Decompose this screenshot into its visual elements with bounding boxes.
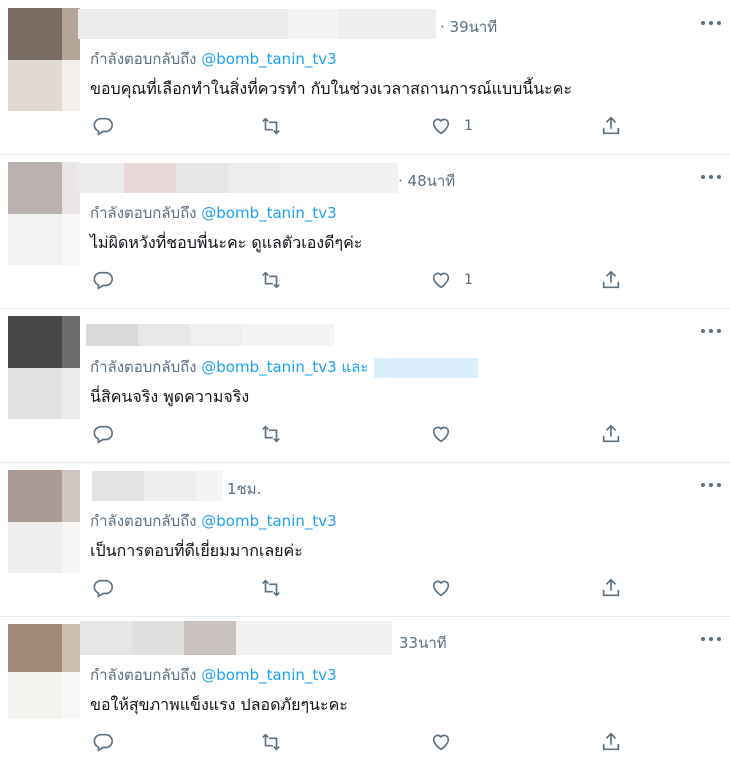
retweet-icon <box>262 733 280 751</box>
tweet-4[interactable]: 1ชม. กำลังตอบกลับถึง @bomb_tanin_tv3 เป็… <box>0 462 730 617</box>
share-icon <box>602 116 620 135</box>
replying-to-label: กำลังตอบกลับถึง <box>90 512 197 530</box>
like-button[interactable]: 1 <box>430 266 473 294</box>
tweet-text: นี่สิคนจริง พูดความจริง <box>90 387 250 406</box>
share-icon <box>602 578 620 597</box>
retweet-icon <box>262 579 280 597</box>
retweet-icon <box>262 271 280 289</box>
more-icon[interactable] <box>700 12 722 34</box>
reply-icon <box>93 733 113 752</box>
retweet-button[interactable] <box>260 112 282 140</box>
heart-icon <box>432 272 450 289</box>
and-label: และ <box>341 358 369 376</box>
tweet-5[interactable]: 33นาที กำลังตอบกลับถึง @bomb_tanin_tv3 ข… <box>0 616 730 765</box>
tweet-actions: 1 <box>90 266 630 294</box>
share-icon <box>602 270 620 289</box>
replying-to: กำลังตอบกลับถึง @bomb_tanin_tv3 และ <box>90 355 479 379</box>
mention-link[interactable]: @bomb_tanin_tv3 <box>201 204 336 222</box>
avatar[interactable] <box>8 624 80 719</box>
reply-icon <box>93 117 113 136</box>
tweet-time[interactable]: · 39นาที <box>440 15 497 39</box>
like-count: 1 <box>464 118 473 134</box>
replying-to-label: กำลังตอบกลับถึง <box>90 358 197 376</box>
reply-feed: · 39นาที กำลังตอบกลับถึง @bomb_tanin_tv3… <box>0 0 730 765</box>
heart-icon <box>432 734 450 751</box>
share-button[interactable] <box>600 266 622 294</box>
tweet-2[interactable]: · 48นาที กำลังตอบกลับถึง @bomb_tanin_tv3… <box>0 154 730 309</box>
tweet-time[interactable]: · 48นาที <box>398 169 455 193</box>
replying-to-label: กำลังตอบกลับถึง <box>90 204 197 222</box>
share-button[interactable] <box>600 420 622 448</box>
reply-button[interactable] <box>92 266 114 294</box>
like-count: 1 <box>464 272 473 288</box>
like-button[interactable] <box>430 728 452 756</box>
like-button[interactable] <box>430 574 452 602</box>
tweet-actions <box>90 574 630 602</box>
replying-to-label: กำลังตอบกลับถึง <box>90 666 197 684</box>
share-button[interactable] <box>600 112 622 140</box>
mention-link[interactable]: @bomb_tanin_tv3 <box>201 666 336 684</box>
like-button[interactable] <box>430 420 452 448</box>
tweet-1[interactable]: · 39นาที กำลังตอบกลับถึง @bomb_tanin_tv3… <box>0 0 730 155</box>
tweet-text: เป็นการตอบที่ดีเยี่ยมมากเลยค่ะ <box>90 541 303 560</box>
tweet-actions <box>90 728 630 756</box>
tweet-3[interactable]: กำลังตอบกลับถึง @bomb_tanin_tv3 และ นี่ส… <box>0 308 730 463</box>
more-icon[interactable] <box>700 320 722 342</box>
replying-to: กำลังตอบกลับถึง @bomb_tanin_tv3 <box>90 47 337 71</box>
tweet-text: ไม่ผิดหวังที่ชอบพี่นะคะ ดูแลตัวเองดีๆค่ะ <box>90 233 363 252</box>
reply-button[interactable] <box>92 574 114 602</box>
share-button[interactable] <box>600 574 622 602</box>
reply-button[interactable] <box>92 728 114 756</box>
blurred-user-name[interactable] <box>92 471 222 501</box>
tweet-actions <box>90 420 630 448</box>
reply-icon <box>93 579 113 598</box>
blurred-user-name[interactable] <box>80 621 392 655</box>
share-icon <box>602 732 620 751</box>
mention-link[interactable]: @bomb_tanin_tv3 <box>201 358 336 376</box>
replying-to: กำลังตอบกลับถึง @bomb_tanin_tv3 <box>90 509 337 533</box>
heart-icon <box>432 426 450 443</box>
retweet-icon <box>262 425 280 443</box>
tweet-text: ขอให้สุขภาพแข็งแรง ปลอดภัยๆนะคะ <box>90 695 348 714</box>
blurred-user-name[interactable] <box>86 324 334 346</box>
tweet-time[interactable]: 1ชม. <box>227 477 261 501</box>
reply-button[interactable] <box>92 420 114 448</box>
avatar[interactable] <box>8 470 80 573</box>
more-icon[interactable] <box>700 474 722 496</box>
share-button[interactable] <box>600 728 622 756</box>
tweet-time[interactable]: 33นาที <box>399 631 447 655</box>
blurred-user-name[interactable] <box>76 163 398 193</box>
avatar[interactable] <box>8 316 80 419</box>
tweet-actions: 1 <box>90 112 630 140</box>
avatar[interactable] <box>8 8 80 111</box>
replying-to: กำลังตอบกลับถึง @bomb_tanin_tv3 <box>90 201 337 225</box>
blurred-user-name[interactable] <box>78 9 436 39</box>
reply-button[interactable] <box>92 112 114 140</box>
retweet-button[interactable] <box>260 266 282 294</box>
replying-to: กำลังตอบกลับถึง @bomb_tanin_tv3 <box>90 663 337 687</box>
reply-icon <box>93 425 113 444</box>
replying-to-label: กำลังตอบกลับถึง <box>90 50 197 68</box>
retweet-button[interactable] <box>260 420 282 448</box>
mention-link[interactable]: @bomb_tanin_tv3 <box>201 50 336 68</box>
avatar[interactable] <box>8 162 80 265</box>
heart-icon <box>432 118 450 135</box>
heart-icon <box>432 580 450 597</box>
retweet-icon <box>262 117 280 135</box>
retweet-button[interactable] <box>260 574 282 602</box>
tweet-text: ขอบคุณที่เลือกทำในสิ่งที่ควรทำ กับในช่วง… <box>90 79 573 98</box>
reply-icon <box>93 271 113 290</box>
share-icon <box>602 424 620 443</box>
more-icon[interactable] <box>700 628 722 650</box>
retweet-button[interactable] <box>260 728 282 756</box>
like-button[interactable]: 1 <box>430 112 473 140</box>
blurred-mention[interactable] <box>374 357 479 378</box>
mention-link[interactable]: @bomb_tanin_tv3 <box>201 512 336 530</box>
more-icon[interactable] <box>700 166 722 188</box>
